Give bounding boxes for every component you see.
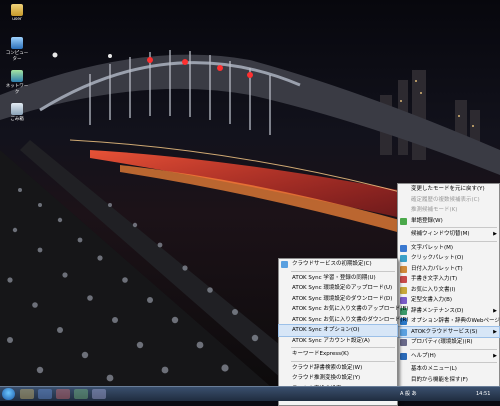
menu-item-label: ATOK Sync 環境設定のアップロード(U) bbox=[292, 285, 393, 291]
word-register-icon bbox=[400, 217, 407, 225]
menu-item-label: 定型文書入力(B) bbox=[411, 297, 453, 303]
template-doc-icon bbox=[400, 297, 407, 304]
ie-taskbar-icon[interactable] bbox=[38, 389, 52, 399]
atok-context-menu: 変更したモードを元に戻す(Y) 確定履歴の複数候補表示(C) 推測候補モード(K) 単… bbox=[397, 183, 500, 397]
cloud-menu-item-6[interactable]: ATOK Sync お気に入り文書のダウンロード(R) bbox=[279, 315, 409, 326]
cloud-menu-item-4[interactable]: ATOK Sync 環境設定のダウンロード(D) bbox=[279, 294, 397, 305]
atok-menu-item-12[interactable]: 定型文書入力(B) bbox=[398, 295, 499, 306]
atok-menu-item-3[interactable]: 単語登録(W) bbox=[398, 216, 499, 227]
menu-item-label: キーワードExpress(K) bbox=[292, 351, 349, 357]
atok-menu-item-0[interactable]: 変更したモードを元に戻す(Y) bbox=[398, 184, 499, 195]
desktop-icon-network[interactable]: ネットワーク bbox=[4, 70, 30, 95]
menu-item-label: 目的から機能を探す(F) bbox=[411, 376, 468, 383]
cloud-menu-item-3[interactable]: ATOK Sync 環境設定のアップロード(U) bbox=[279, 283, 397, 294]
cloud-menu-item-0[interactable]: クラウドサービスの初期設定(C) bbox=[279, 259, 397, 270]
menu-item-label: ATOK Sync オプション(O) bbox=[292, 327, 360, 333]
atok-cloud-submenu: クラウドサービスの初期設定(C) ATOK Sync 学習・登録の同期(U) ATO… bbox=[278, 258, 409, 406]
atok-menu-item-9[interactable]: 日付入力パレット(T) bbox=[398, 264, 499, 275]
atok-menu-item-11[interactable]: お気に入り文書(I) bbox=[398, 285, 499, 296]
cloud-menu-item-5[interactable]: ATOK Sync お気に入り文書のアップロード(B) bbox=[279, 304, 408, 315]
menu-item-label: ATOK Sync お気に入り文書のアップロード(B) bbox=[292, 306, 409, 312]
menu-item-label: ATOK Sync 学習・登録の同期(U) bbox=[292, 274, 376, 281]
menu-item-label: 変更したモードを元に戻す(Y) bbox=[411, 186, 485, 192]
submenu-arrow-icon: ▶ bbox=[493, 231, 497, 237]
click-palette-icon bbox=[400, 255, 407, 262]
atok-menu-item-18[interactable]: ヘルプ(H) ▶ bbox=[398, 351, 499, 362]
menu-item-label: 手書き文字入力(T) bbox=[411, 276, 458, 282]
atok-menu-item-5[interactable]: 候補ウィンドウ切替(M) ▶ bbox=[398, 229, 499, 240]
menu-item-label: 推測候補モード(K) bbox=[411, 207, 458, 213]
help-icon bbox=[400, 352, 407, 360]
menu-item-label: オプション辞書・辞典のWebページ(Z) bbox=[411, 318, 500, 324]
cloud-menu-item-8[interactable]: ATOK Sync アカウント設定(A) bbox=[279, 336, 397, 347]
char-palette-icon bbox=[400, 244, 407, 252]
desktop-icon-recycle-bin[interactable]: ごみ箱 bbox=[4, 103, 30, 122]
menu-item-label: 文字パレット(M) bbox=[411, 244, 454, 251]
menu-item-label: 日付入力パレット(T) bbox=[411, 265, 463, 272]
atok-menu-item-1[interactable]: 確定履歴の複数候補表示(C) bbox=[398, 195, 499, 206]
ime-tray-indicator[interactable]: A 般 あ bbox=[400, 388, 417, 400]
app2-taskbar-icon[interactable] bbox=[92, 389, 106, 399]
desktop-icon-user[interactable]: user bbox=[4, 4, 30, 22]
menu-separator bbox=[291, 347, 395, 348]
atok-menu-item-14[interactable]: オプション辞書・辞典のWebページ(Z) bbox=[398, 316, 500, 327]
submenu-arrow-icon: ▶ bbox=[493, 352, 497, 359]
menu-item-label: プロパティ(環境設定)(R) bbox=[411, 339, 473, 345]
atok-menu-item-16[interactable]: プロパティ(環境設定)(R) bbox=[398, 337, 499, 348]
atok-menu-item-7[interactable]: 文字パレット(M) bbox=[398, 243, 499, 254]
menu-item-label: ATOK Sync アカウント設定(A) bbox=[292, 337, 370, 344]
menu-item-label: ヘルプ(H) bbox=[411, 352, 436, 359]
atok-menu-item-21[interactable]: 目的から機能を探す(F) bbox=[398, 375, 499, 386]
computer-icon bbox=[11, 37, 23, 49]
recycle-bin-icon bbox=[11, 103, 23, 115]
cloud-icon bbox=[281, 261, 288, 268]
atok-menu-item-2[interactable]: 推測候補モード(K) bbox=[398, 205, 499, 216]
atok-menu-item-15[interactable]: ATOKクラウドサービス(S) ▶ bbox=[397, 325, 500, 338]
menu-item-label: クラウド辞書検索の設定(W) bbox=[292, 364, 363, 371]
menu-item-label: 単語登録(W) bbox=[411, 217, 443, 224]
menu-item-label: 候補ウィンドウ切替(M) bbox=[411, 231, 470, 237]
menu-item-label: クラウド推測変換の設定(Y) bbox=[292, 375, 361, 381]
menu-item-label: 確定履歴の複数候補表示(C) bbox=[411, 196, 480, 203]
menu-item-label: クリックパレット(O) bbox=[411, 255, 464, 261]
atok-menu-item-13[interactable]: 辞書メンテナンス(D) ▶ bbox=[398, 306, 499, 317]
menu-item-label: ATOK Sync 環境設定のダウンロード(D) bbox=[292, 295, 393, 302]
cloud-menu-item-2[interactable]: ATOK Sync 学習・登録の同期(U) bbox=[279, 273, 397, 284]
app-taskbar-icon[interactable] bbox=[74, 389, 88, 399]
cloud-menu-item-7[interactable]: ATOK Sync オプション(O) bbox=[278, 324, 398, 337]
cloud-menu-item-13[interactable]: クラウド推測変換の設定(Y) bbox=[279, 373, 397, 384]
submenu-arrow-icon: ▶ bbox=[493, 307, 497, 314]
menu-item-label: 基本のメニュー(L) bbox=[411, 366, 457, 372]
menu-item-label: ATOKクラウドサービス(S) bbox=[411, 328, 478, 335]
menu-separator bbox=[410, 240, 497, 242]
handwriting-icon bbox=[400, 276, 407, 283]
cloud-icon bbox=[400, 328, 407, 336]
atok-menu-item-10[interactable]: 手書き文字入力(T) bbox=[398, 274, 499, 285]
menu-separator bbox=[291, 360, 395, 362]
atok-menu-item-20[interactable]: 基本のメニュー(L) bbox=[398, 364, 499, 375]
menu-item-label: お気に入り文書(I) bbox=[411, 286, 456, 293]
network-icon bbox=[11, 70, 23, 82]
property-icon bbox=[400, 339, 407, 346]
menu-item-label: 辞書メンテナンス(D) bbox=[411, 307, 464, 314]
cloud-menu-item-10[interactable]: キーワードExpress(K) bbox=[279, 349, 397, 360]
menu-item-label: クラウドサービスの初期設定(C) bbox=[292, 261, 372, 267]
start-button[interactable] bbox=[2, 388, 15, 400]
media-taskbar-icon[interactable] bbox=[56, 389, 70, 399]
date-palette-icon bbox=[400, 265, 407, 273]
taskbar: A 般 あ 14:51 bbox=[0, 386, 500, 401]
favorite-doc-icon bbox=[400, 286, 407, 294]
menu-separator bbox=[410, 227, 497, 228]
submenu-arrow-icon: ▶ bbox=[493, 328, 497, 335]
menu-separator bbox=[410, 362, 497, 363]
menu-separator bbox=[291, 270, 395, 272]
menu-item-label: ATOK Sync お気に入り文書のダウンロード(R) bbox=[292, 316, 409, 323]
explorer-taskbar-icon[interactable] bbox=[20, 389, 34, 399]
menu-separator bbox=[410, 348, 497, 350]
folder-icon bbox=[11, 4, 23, 16]
atok-menu-item-8[interactable]: クリックパレット(O) bbox=[398, 253, 499, 264]
cloud-menu-item-12[interactable]: クラウド辞書検索の設定(W) bbox=[279, 363, 397, 374]
desktop-icon-computer[interactable]: コンピューター bbox=[4, 37, 30, 62]
clock[interactable]: 14:51 bbox=[476, 388, 490, 400]
